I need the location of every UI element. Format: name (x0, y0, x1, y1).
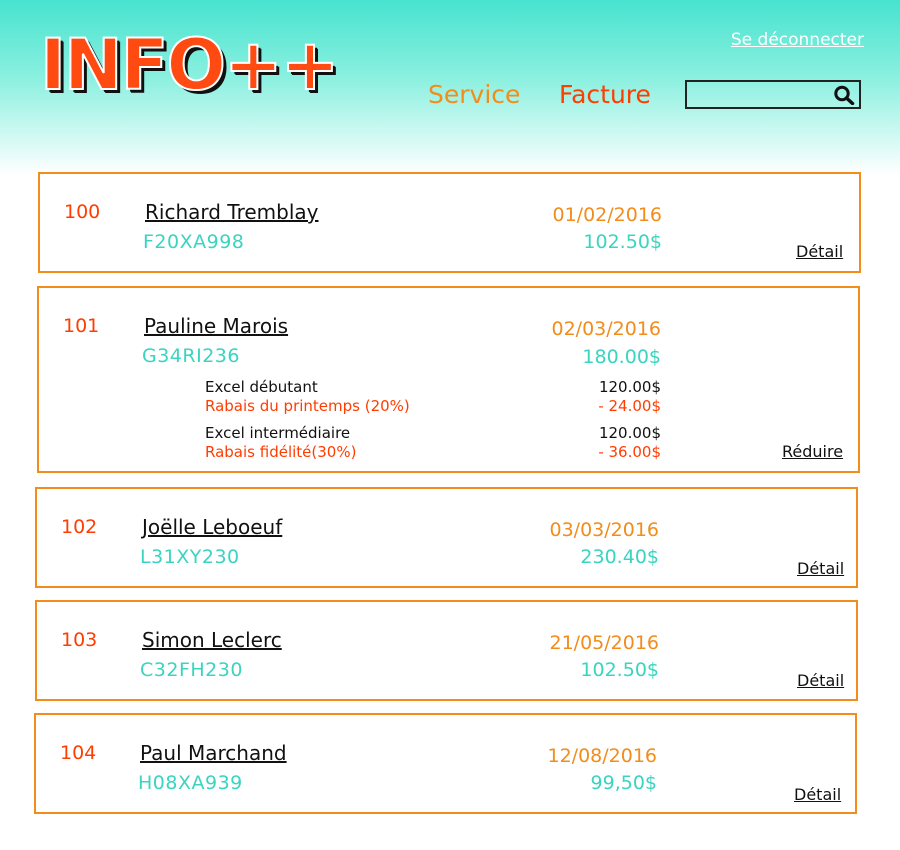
client-name[interactable]: Paul Marchand (140, 741, 287, 765)
invoice-amount: 102.50$ (583, 231, 662, 253)
invoice-amount: 102.50$ (580, 659, 659, 681)
line-item: Excel débutant Rabais du printemps (20%)… (205, 378, 665, 416)
invoice-card: 102 Joëlle Leboeuf L31XY230 03/03/2016 2… (35, 487, 858, 588)
client-code: L31XY230 (140, 546, 240, 568)
detail-link[interactable]: Détail (794, 785, 841, 804)
reduce-link[interactable]: Réduire (782, 442, 843, 461)
client-name[interactable]: Simon Leclerc (142, 628, 282, 652)
search-icon[interactable] (833, 85, 855, 105)
nav-service[interactable]: Service (428, 80, 520, 109)
search-box (685, 80, 861, 109)
client-code: H08XA939 (138, 772, 243, 794)
client-code: C32FH230 (140, 659, 243, 681)
detail-link[interactable]: Détail (797, 559, 844, 578)
invoice-card: 100 Richard Tremblay F20XA998 01/02/2016… (38, 172, 861, 273)
invoice-date: 12/08/2016 (547, 745, 657, 767)
invoice-card: 103 Simon Leclerc C32FH230 21/05/2016 10… (35, 600, 858, 701)
client-name[interactable]: Richard Tremblay (145, 200, 319, 224)
invoice-amount: 230.40$ (580, 546, 659, 568)
invoice-id: 103 (61, 629, 98, 651)
client-code: G34RI236 (142, 345, 240, 367)
app-logo: INFO++ (39, 24, 340, 106)
invoice-id: 102 (61, 516, 98, 538)
nav-facture[interactable]: Facture (559, 80, 651, 109)
invoice-id: 104 (60, 742, 97, 764)
client-code: F20XA998 (143, 231, 245, 253)
detail-link[interactable]: Détail (797, 671, 844, 690)
client-name[interactable]: Joëlle Leboeuf (142, 515, 282, 539)
invoice-date: 21/05/2016 (549, 632, 659, 654)
logout-link[interactable]: Se déconnecter (731, 30, 864, 50)
invoice-card: 101 Pauline Marois G34RI236 02/03/2016 1… (37, 286, 860, 473)
client-name[interactable]: Pauline Marois (144, 314, 288, 338)
invoice-date: 01/02/2016 (552, 204, 662, 226)
line-item-discount: - 36.00$ (598, 443, 661, 461)
invoice-card: 104 Paul Marchand H08XA939 12/08/2016 99… (34, 713, 857, 814)
line-item-price: 120.00$ (598, 378, 661, 396)
detail-link[interactable]: Détail (796, 242, 843, 261)
invoice-date: 03/03/2016 (549, 519, 659, 541)
invoice-id: 100 (64, 201, 101, 223)
search-input[interactable] (689, 84, 829, 105)
invoice-date: 02/03/2016 (551, 318, 661, 340)
invoice-amount: 180.00$ (582, 346, 661, 368)
line-item-discount: - 24.00$ (598, 397, 661, 415)
invoice-amount: 99,50$ (590, 772, 657, 794)
line-item: Excel intermédiaire Rabais fidélité(30%)… (205, 424, 665, 462)
invoice-id: 101 (63, 315, 100, 337)
line-item-price: 120.00$ (598, 424, 661, 442)
